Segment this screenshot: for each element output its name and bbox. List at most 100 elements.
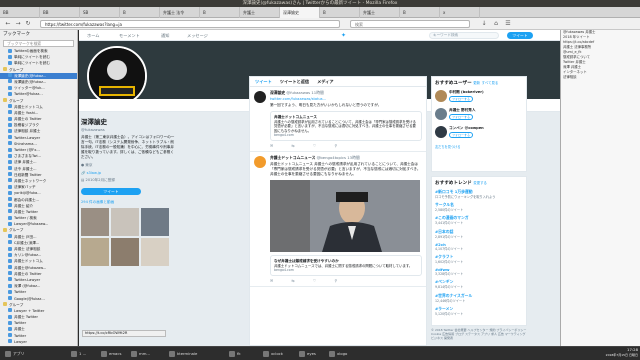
suggested-follow-button[interactable]: フォローする xyxy=(449,114,473,120)
taskbar-item[interactable]: fk xyxy=(228,349,241,359)
taskbar-item[interactable]: アプリ xyxy=(4,349,24,359)
tweet-avatar[interactable] xyxy=(254,156,266,169)
bookmark-label: 法律相談 弁護士 xyxy=(14,129,41,134)
footer-links[interactable]: © 2018 Twitter 会社概要 ヘルプセンター 規約 プライバシーポリシ… xyxy=(431,328,527,340)
trend-item[interactable]: #クラフト 1,602件のツイート xyxy=(435,254,523,264)
media-thumb[interactable] xyxy=(111,238,139,266)
change-trends-link[interactable]: 変更する xyxy=(473,181,487,185)
suggested-user-name[interactable]: コンペン @cowpen xyxy=(449,126,523,131)
trend-item[interactable]: #2ch 4,107件のツイート xyxy=(435,242,523,251)
tweet-avatar[interactable] xyxy=(254,91,266,103)
browser-tab[interactable]: 弁護士 法令 xyxy=(160,7,200,18)
taskbar-item[interactable]: mm... xyxy=(130,349,150,359)
suggested-user-name[interactable]: 中村剛 (bokeriver) xyxy=(449,90,523,95)
media-thumb[interactable] xyxy=(81,208,109,236)
profile-avatar[interactable] xyxy=(87,46,147,106)
suggested-follow-button[interactable]: フォローする xyxy=(449,132,473,138)
browser-tab[interactable]: B xyxy=(320,7,360,18)
suggested-follow-button[interactable]: フォローする xyxy=(449,96,473,102)
reply-icon[interactable]: ✉ xyxy=(270,143,273,148)
tweet[interactable]: 弁護士ドットコムニュース @bengo4topics 13時間 弁護士ドットコム… xyxy=(250,152,426,288)
retweet-icon[interactable]: ⇆ xyxy=(291,143,294,148)
bookmarks-sidebar: ブックマーク ブックマークを検索 Twitterの画面を検索 単純にツイートを読む… xyxy=(0,30,78,346)
browser-tab[interactable]: 弁護士 xyxy=(240,7,280,18)
bookmark-icon xyxy=(8,73,12,78)
taskbar-item[interactable]: emacs xyxy=(100,349,121,359)
tab-tweets-and-replies[interactable]: ツイートと返信 xyxy=(280,77,309,86)
trend-item[interactable]: #世界のナイスガール 12,446件のツイート xyxy=(435,293,523,303)
menu-icon[interactable]: ☰ xyxy=(504,20,512,28)
taskbar-item[interactable]: 1 ... xyxy=(70,349,86,359)
trend-item[interactable]: #この漫画のマンガ 3,441件のツイート xyxy=(435,215,523,225)
twitter-search-input[interactable]: キーワード検索 xyxy=(429,32,499,39)
trend-item[interactable]: #ラーメン 5,120件のツイート xyxy=(435,306,523,316)
profile-name[interactable]: 深澤諭史 xyxy=(81,116,177,126)
browser-tab[interactable]: x xyxy=(440,7,480,18)
browser-search-input[interactable]: 検索 xyxy=(350,20,470,28)
trend-item[interactable]: #日本の話 2,891件のツイート xyxy=(435,229,523,239)
browser-tab[interactable]: B xyxy=(200,7,240,18)
link-card[interactable]: なぜ弁護士は懲戒請求を受けやすいのか 弁護士ドットコムニュースでは、弁護士に関す… xyxy=(270,254,422,277)
like-icon[interactable]: ♡ xyxy=(313,278,317,283)
tweet-photo[interactable] xyxy=(270,179,420,252)
back-icon[interactable]: ← xyxy=(4,20,12,28)
suggested-user[interactable]: 中村剛 (bokeriver) フォローする xyxy=(435,90,523,104)
bookmark-label: 弁護士 Twitter xyxy=(14,315,38,320)
profile-tweet-button[interactable]: ツイート xyxy=(81,188,141,195)
trend-item[interactable]: サークル名 2,580件のツイート xyxy=(435,202,523,212)
tweet-link[interactable]: twitter.com/fukazawas/status… xyxy=(270,97,422,102)
nav-notifications[interactable]: 通知 xyxy=(161,30,169,41)
reply-icon[interactable]: ✉ xyxy=(270,278,273,283)
like-icon[interactable]: ♡ xyxy=(313,143,317,148)
bookmark-icon xyxy=(8,135,12,140)
bookmark-search-input[interactable]: ブックマークを検索 xyxy=(3,40,74,47)
twitter-bird-icon[interactable]: ✦ xyxy=(341,32,349,39)
url-bar[interactable]: https://twitter.com/fukazawas?lang=ja xyxy=(40,20,340,28)
browser-tab[interactable]: SB xyxy=(80,7,120,18)
suggested-user-name[interactable]: 弁護士 野村秀人 xyxy=(449,108,523,113)
home-icon[interactable]: ⌂ xyxy=(492,20,500,28)
media-thumb[interactable] xyxy=(141,238,169,266)
trend-item[interactable]: #ペンギン 9,814件のツイート xyxy=(435,279,523,289)
browser-tab[interactable]: BB xyxy=(0,7,40,18)
forward-icon[interactable]: → xyxy=(14,20,22,28)
trend-item[interactable]: #新ロコモ 1万歩運動 ロコモ予防にウォーキングを取り入れよう xyxy=(435,189,523,199)
suggested-user[interactable]: コンペン @cowpen フォローする xyxy=(435,126,523,140)
media-link[interactable]: 294 件の画像と動画 xyxy=(81,200,177,205)
media-thumb[interactable] xyxy=(111,208,139,236)
dm-icon[interactable]: ⚲ xyxy=(334,143,337,148)
browser-tab[interactable]: 弁護士 xyxy=(360,7,400,18)
suggested-user-avatar[interactable] xyxy=(435,126,447,138)
taskbar-item[interactable]: eyes xyxy=(298,349,316,359)
trend-item[interactable]: #dfww 3,328件のツイート xyxy=(435,267,523,276)
taskbar-item[interactable]: xlogo xyxy=(328,349,347,359)
nav-home[interactable]: ホーム xyxy=(87,30,99,41)
suggested-user-avatar[interactable] xyxy=(435,90,447,102)
browser-tab[interactable]: 深澤諭史 xyxy=(280,7,320,18)
reload-icon[interactable]: ↻ xyxy=(24,20,32,28)
nav-moments[interactable]: モーメント xyxy=(119,30,140,41)
download-icon[interactable]: ↓ xyxy=(480,20,488,28)
nav-messages[interactable]: メッセージ xyxy=(187,30,208,41)
media-thumb[interactable] xyxy=(141,208,169,236)
browser-tab[interactable]: BB xyxy=(40,7,80,18)
taskbar-item[interactable]: kterminale xyxy=(168,349,197,359)
suggested-user[interactable]: 弁護士 野村秀人 フォローする xyxy=(435,108,523,122)
browser-tab[interactable]: B xyxy=(120,7,160,18)
tab-media[interactable]: メディア xyxy=(317,77,333,86)
suggested-user-avatar[interactable] xyxy=(435,108,447,120)
quoted-card[interactable]: 弁護士ドットコムニュース 弁護士への懲戒請求が乱用されていることについて、弁護士… xyxy=(270,110,422,142)
find-friends-link[interactable]: 友だちを見つける xyxy=(435,144,523,149)
view-all-link[interactable]: すべて見る xyxy=(482,81,499,85)
refresh-link[interactable]: 更新 xyxy=(473,81,480,85)
bookmark-label: 都会の弁護士... xyxy=(14,197,39,202)
retweet-icon[interactable]: ⇆ xyxy=(291,278,294,283)
profile-website[interactable]: 🔗 s3law.jp xyxy=(81,171,177,175)
media-thumb[interactable] xyxy=(81,238,109,266)
tweet[interactable]: 深澤諭史 @fukazawas 11時間 twitter.com/fukazaw… xyxy=(250,87,426,153)
compose-tweet-button[interactable]: ツイート xyxy=(507,32,533,39)
taskbar-item[interactable]: xclock xyxy=(262,349,283,359)
tab-tweets[interactable]: ツイート xyxy=(255,77,272,86)
browser-tab[interactable]: B xyxy=(400,7,440,18)
dm-icon[interactable]: ⚲ xyxy=(334,278,337,283)
